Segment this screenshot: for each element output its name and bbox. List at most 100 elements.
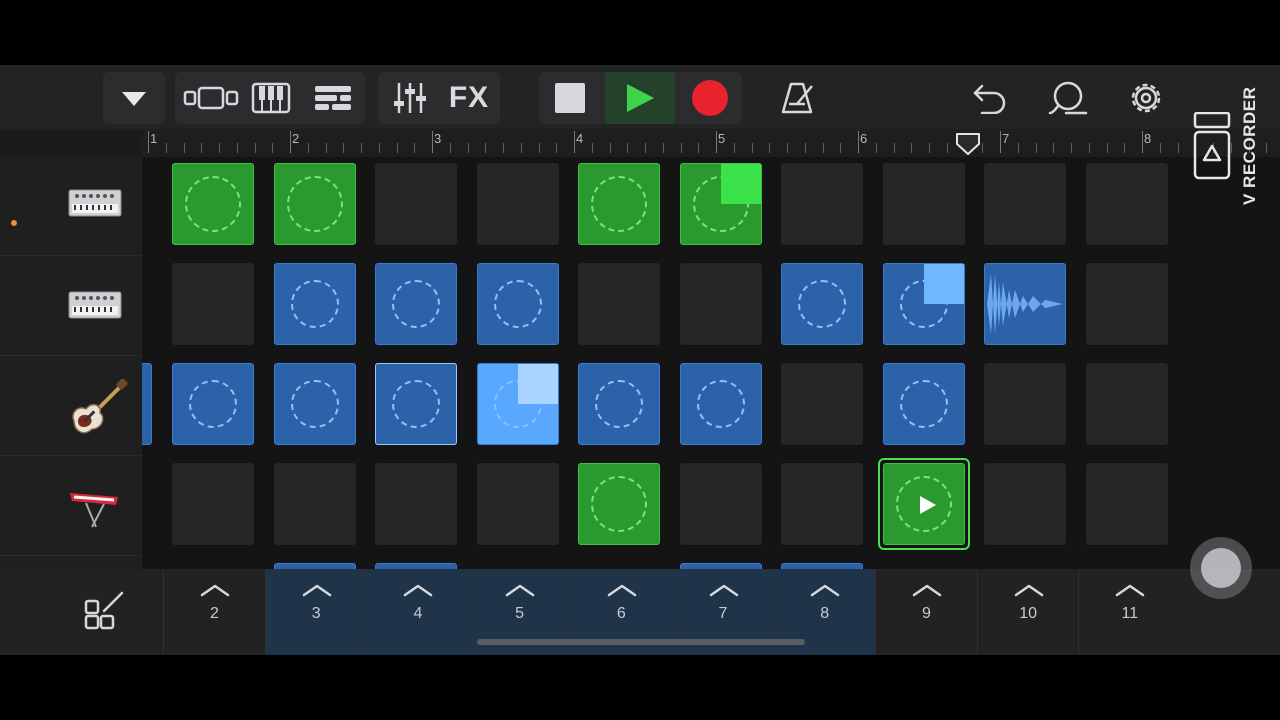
transport-controls	[539, 72, 742, 124]
loop-cell[interactable]	[578, 363, 660, 445]
ruler-beat-tick	[343, 143, 345, 153]
ruler-beat-tick	[662, 143, 664, 153]
ruler-beat-tick	[982, 143, 984, 153]
empty-cell[interactable]	[781, 163, 863, 245]
ruler-bar-tick	[432, 131, 433, 153]
loop-cell[interactable]	[375, 263, 457, 345]
record-button[interactable]	[679, 72, 741, 124]
empty-cell[interactable]	[578, 263, 660, 345]
play-button[interactable]	[605, 72, 675, 124]
loop-cell[interactable]	[172, 163, 254, 245]
record-icon	[692, 80, 728, 116]
chevron-up-icon	[302, 584, 331, 597]
empty-cell[interactable]	[1085, 263, 1168, 345]
loop-cell[interactable]	[877, 458, 970, 550]
empty-cell[interactable]	[781, 463, 863, 545]
ruler-beat-tick	[680, 143, 682, 153]
edit-cells-button[interactable]	[0, 569, 163, 655]
loop-cell[interactable]	[273, 163, 356, 245]
empty-cell[interactable]	[476, 463, 559, 545]
fx-button[interactable]: FX	[440, 72, 498, 124]
empty-cell[interactable]	[882, 163, 965, 245]
tracks-view-button[interactable]	[181, 72, 241, 124]
loop-cell[interactable]	[172, 363, 254, 445]
empty-cell[interactable]	[375, 163, 457, 245]
scene-trigger-10[interactable]: 10	[976, 569, 1079, 655]
loop-waveform-icon	[392, 380, 440, 428]
track-header-4[interactable]	[0, 457, 142, 556]
ruler-beat-tick	[733, 143, 735, 153]
ruler-beat-tick	[1177, 143, 1179, 153]
empty-cell[interactable]	[781, 363, 863, 445]
ruler-beat-tick	[396, 143, 398, 153]
garageband-live-loops: FX 1 2 3 4 5 6 7 8 2 3 4 5 6 7 8 9 10 11	[0, 65, 1280, 655]
empty-cell[interactable]	[679, 263, 762, 345]
track-header-1[interactable]	[0, 157, 142, 256]
loop-cell[interactable]	[273, 363, 356, 445]
loop-cell[interactable]	[273, 263, 356, 345]
scene-trigger-2[interactable]: 2	[163, 569, 265, 655]
empty-cell[interactable]	[984, 463, 1066, 545]
empty-cell[interactable]	[1085, 163, 1168, 245]
ruler-beat-tick	[361, 143, 362, 153]
metronome-button[interactable]	[772, 72, 822, 124]
loop-browser-button[interactable]	[1044, 72, 1092, 124]
loop-cell[interactable]	[984, 263, 1066, 345]
loop-cell[interactable]	[882, 263, 965, 345]
loop-cell[interactable]	[578, 163, 660, 245]
loop-cell[interactable]	[476, 363, 559, 445]
settings-button[interactable]	[1122, 72, 1170, 124]
loop-waveform-icon	[290, 280, 339, 328]
mixer-button[interactable]	[382, 72, 438, 124]
loop-cell[interactable]	[142, 363, 152, 445]
empty-cell[interactable]	[476, 163, 559, 245]
keyboard-button[interactable]	[243, 72, 299, 124]
empty-cell[interactable]	[1085, 363, 1168, 445]
scene-trigger-9[interactable]: 9	[874, 569, 977, 655]
ruler-beat-tick	[822, 143, 824, 153]
scene-trigger-11[interactable]: 11	[1078, 569, 1180, 655]
scene-trigger-3[interactable]: 3	[264, 569, 367, 655]
loop-cell[interactable]	[375, 363, 457, 445]
synth-module-icon	[68, 189, 122, 217]
loop-cell[interactable]	[679, 363, 762, 445]
empty-cell[interactable]	[172, 463, 254, 545]
loop-cell[interactable]	[476, 263, 559, 345]
empty-cell[interactable]	[679, 463, 762, 545]
loop-cell[interactable]	[578, 463, 660, 545]
scene-trigger-4[interactable]: 4	[366, 569, 469, 655]
horizontal-scrollbar[interactable]	[477, 639, 805, 645]
timeline-ruler[interactable]: 1 2 3 4 5 6 7 8	[142, 129, 1280, 157]
empty-cell[interactable]	[172, 263, 254, 345]
empty-cell[interactable]	[375, 463, 457, 545]
track-header-2[interactable]	[0, 257, 142, 356]
chevron-up-icon	[1116, 584, 1145, 597]
playback-progress-indicator	[517, 364, 558, 404]
live-loops-button[interactable]	[303, 72, 363, 124]
view-switcher	[175, 72, 365, 124]
scene-number: 5	[515, 605, 525, 622]
ruler-beat-tick	[875, 143, 877, 153]
loop-waveform-icon	[290, 380, 339, 428]
assistive-touch-button[interactable]	[1190, 537, 1252, 599]
ruler-beat-tick	[946, 143, 948, 153]
loop-cell[interactable]	[781, 263, 863, 345]
stop-icon	[555, 83, 585, 113]
playback-progress-indicator	[923, 264, 964, 304]
playhead-icon[interactable]	[955, 132, 981, 156]
ruler-beat-tick	[751, 143, 753, 153]
undo-button[interactable]	[966, 72, 1014, 124]
tracks-dropdown-button[interactable]	[103, 72, 165, 124]
scene-number: 8	[820, 605, 830, 622]
empty-cell[interactable]	[984, 163, 1066, 245]
track-header-3[interactable]	[0, 357, 142, 456]
empty-cell[interactable]	[984, 363, 1066, 445]
track-armed-indicator	[11, 220, 17, 226]
empty-cell[interactable]	[1085, 463, 1168, 545]
loop-cell[interactable]	[679, 163, 762, 245]
loop-cell[interactable]	[882, 363, 965, 445]
ruler-beat-tick	[1106, 143, 1108, 153]
ruler-beat-tick	[449, 143, 451, 153]
empty-cell[interactable]	[273, 463, 356, 545]
stop-button[interactable]	[539, 72, 601, 124]
